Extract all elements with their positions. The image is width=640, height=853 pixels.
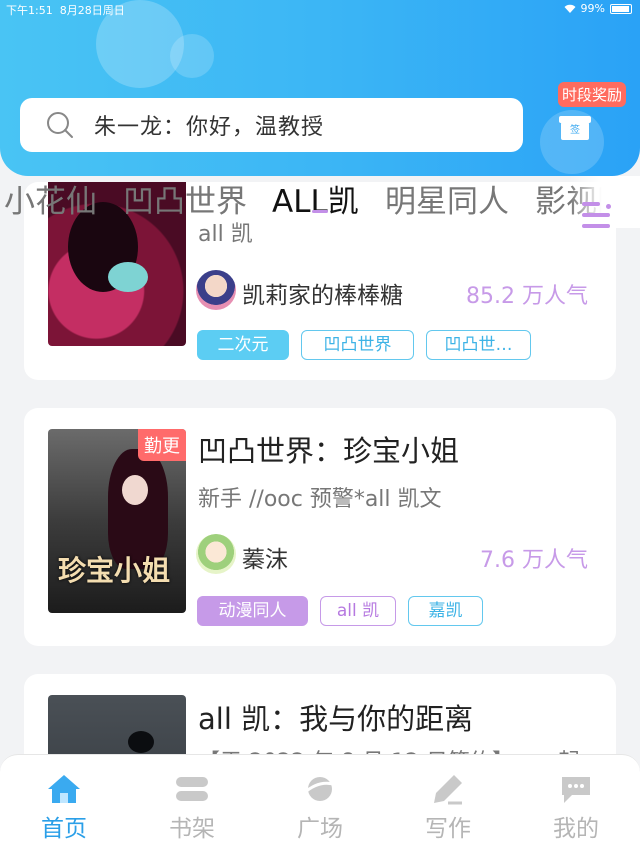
- tag[interactable]: 凹凸世…: [426, 330, 531, 360]
- active-tab-indicator: [312, 210, 328, 213]
- author-avatar[interactable]: [196, 270, 236, 310]
- nav-label: 广场: [297, 816, 343, 842]
- category-menu-icon[interactable]: [582, 198, 612, 232]
- date-text: 8月28日周日: [59, 4, 125, 17]
- nav-label: 我的: [553, 816, 599, 842]
- tag[interactable]: 凹凸世界: [301, 330, 414, 360]
- battery-icon: [610, 3, 632, 14]
- search-bar[interactable]: 朱一龙：你好，温教授: [20, 98, 523, 152]
- author-name[interactable]: 凯莉家的棒棒糖: [242, 276, 403, 310]
- tag[interactable]: 二次元: [197, 330, 289, 360]
- bookshelf-icon: [176, 777, 208, 801]
- nav-me[interactable]: 我的: [536, 773, 616, 843]
- nav-label: 书架: [169, 816, 215, 842]
- home-icon: [48, 775, 80, 803]
- tab-celebrity-fanfic[interactable]: 明星同人: [385, 176, 509, 221]
- tab-aotu-world[interactable]: 凹凸世界: [123, 176, 247, 221]
- tag[interactable]: 嘉凯: [408, 596, 483, 626]
- time-text: 下午1:51: [6, 4, 53, 17]
- badge-frequent-update: 勤更: [138, 429, 186, 461]
- book-subtitle: 新手 //ooc 预警*all 凯文: [198, 487, 442, 512]
- nav-label: 首页: [41, 816, 87, 842]
- author-avatar[interactable]: [196, 534, 236, 574]
- wifi-icon: [564, 4, 576, 13]
- nav-plaza[interactable]: 广场: [280, 773, 360, 843]
- tab-all-kai[interactable]: ALL凯: [272, 176, 359, 221]
- category-tabs: 小花仙 凹凸世界 ALL凯 明星同人 影视同: [0, 176, 640, 228]
- nav-label: 写作: [425, 816, 471, 842]
- planet-icon: [303, 777, 337, 801]
- nav-home[interactable]: 首页: [24, 773, 104, 843]
- decorative-bubble: [170, 34, 214, 78]
- status-right: 99%: [564, 2, 632, 15]
- search-placeholder: 朱一龙：你好，温教授: [94, 115, 325, 140]
- header: 下午1:51 8月28日周日 99% 朱一龙：你好，温教授 时段奖励 签: [0, 0, 640, 176]
- book-cover[interactable]: 珍宝小姐 勤更: [48, 429, 186, 613]
- search-icon: [47, 112, 73, 138]
- tab-xiaohuaxian[interactable]: 小花仙: [4, 176, 97, 221]
- status-bar: 下午1:51 8月28日周日 99%: [0, 0, 640, 18]
- nav-write[interactable]: 写作: [408, 773, 488, 843]
- cover-title: 珍宝小姐: [58, 554, 171, 587]
- reward-label: 时段奖励: [558, 82, 627, 107]
- bottom-nav: 首页 书架 广场 写作 我的: [0, 754, 640, 853]
- pen-icon: [434, 775, 462, 805]
- tag[interactable]: 动漫同人: [197, 596, 308, 626]
- tag[interactable]: all 凯: [320, 596, 396, 626]
- book-card[interactable]: 珍宝小姐 勤更 凹凸世界：珍宝小姐 新手 //ooc 预警*all 凯文 蓁沫 …: [24, 408, 616, 646]
- gift-icon: 签: [559, 116, 591, 140]
- book-title[interactable]: 凹凸世界：珍宝小姐: [198, 428, 459, 470]
- nav-bookshelf[interactable]: 书架: [152, 773, 232, 843]
- chat-bubble-icon: [562, 777, 590, 803]
- battery-percent: 99%: [580, 2, 605, 15]
- popularity-count: 85.2 万人气: [466, 284, 588, 309]
- gift-sign-text: 签: [561, 122, 589, 140]
- status-time: 下午1:51 8月28日周日: [6, 2, 125, 18]
- reward-button[interactable]: 时段奖励 签: [558, 80, 628, 150]
- book-title[interactable]: all 凯：我与你的距离: [198, 696, 473, 738]
- author-name[interactable]: 蓁沫: [242, 540, 288, 574]
- popularity-count: 7.6 万人气: [480, 548, 588, 573]
